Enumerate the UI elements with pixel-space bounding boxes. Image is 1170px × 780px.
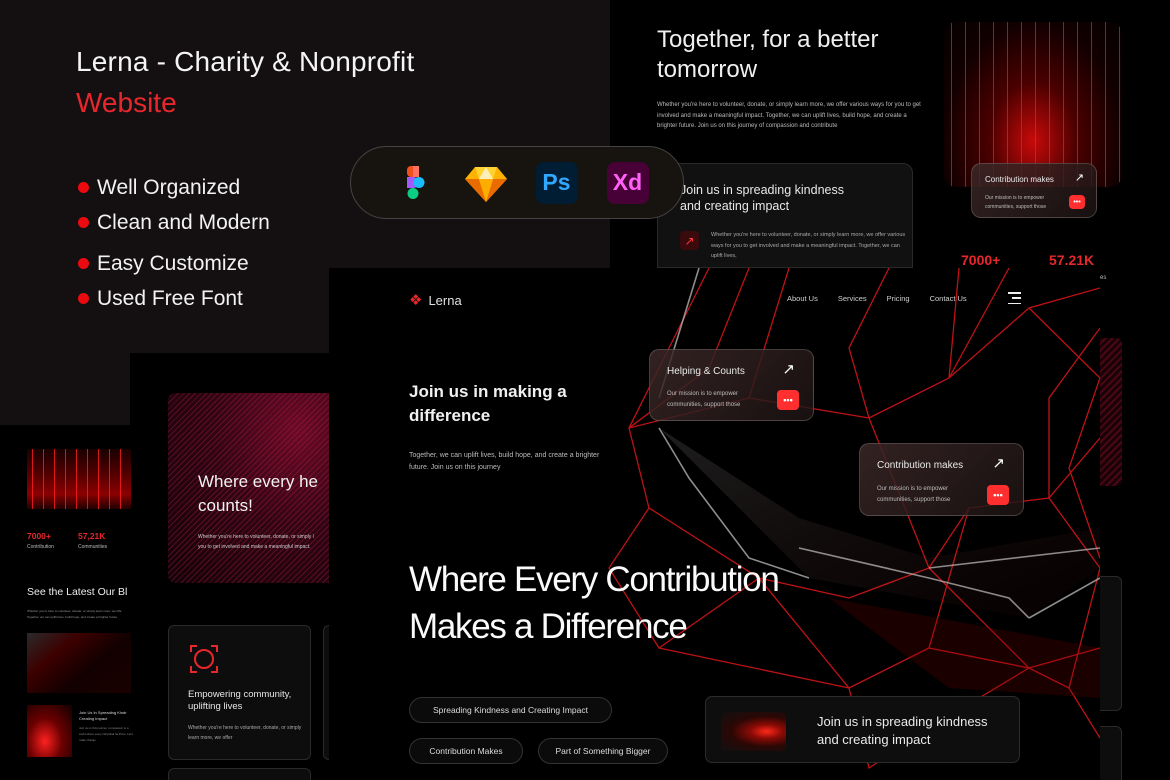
lerna-logo-icon: ❖ bbox=[409, 292, 423, 309]
card-description: Our mission is to empower communities, s… bbox=[985, 195, 1047, 210]
join-card-title: Join us in spreading kindness and creati… bbox=[680, 183, 844, 213]
hero-subheading: Join us in making a difference bbox=[409, 382, 567, 425]
card-description: Our mission is to empower communities, s… bbox=[667, 391, 741, 408]
feature-item: Used Free Font bbox=[78, 281, 270, 316]
arrow-up-right-icon[interactable]: ↗ bbox=[782, 360, 795, 378]
hero-paragraph: Together, we can uplift lives, build hop… bbox=[409, 452, 600, 471]
xd-icon: Xd bbox=[606, 161, 649, 204]
feature-card-description: Whether you're here to volunteer, donate… bbox=[188, 725, 302, 741]
feature-card[interactable]: Empowering community, uplifting lives Wh… bbox=[168, 625, 311, 760]
feature-item: Easy Customize bbox=[78, 246, 270, 281]
feature-label: Easy Customize bbox=[97, 251, 249, 275]
join-kindness-banner[interactable]: Join us in spreading kindness and creati… bbox=[705, 696, 1020, 763]
blog-section-description: Whether you're here to volunteer, donate… bbox=[27, 609, 122, 619]
focus-icon bbox=[190, 645, 218, 673]
stat-communities-value: 57.21K bbox=[1049, 252, 1095, 268]
more-icon[interactable]: ••• bbox=[777, 390, 799, 410]
nav-about-us[interactable]: About Us bbox=[787, 294, 818, 303]
figma-icon bbox=[406, 165, 424, 199]
logo[interactable]: ❖ Lerna bbox=[409, 291, 462, 309]
feature-label: Clean and Modern bbox=[97, 210, 270, 234]
banner-title: Join us in spreading kindness and creati… bbox=[817, 714, 988, 747]
chip-contribution-makes[interactable]: Contribution Makes bbox=[409, 738, 523, 764]
more-icon[interactable]: ••• bbox=[1069, 195, 1085, 209]
more-icon[interactable]: ••• bbox=[987, 485, 1009, 505]
mobile-stat-label: Communities bbox=[78, 544, 108, 550]
bullet-icon bbox=[78, 258, 89, 269]
card-description: Our mission is to empower communities, s… bbox=[877, 486, 951, 503]
mobile-stat-value: 7000+ bbox=[27, 531, 51, 541]
blog-section-title: See the Latest Our Bl bbox=[27, 586, 128, 598]
stat-contribution-value: 7000+ bbox=[961, 252, 1001, 268]
arrow-up-right-icon[interactable]: ↗ bbox=[680, 231, 699, 250]
feature-card-peek bbox=[168, 768, 311, 780]
mobile-photo bbox=[27, 449, 131, 509]
nav-contact-us[interactable]: Contact Us bbox=[930, 294, 967, 303]
hamburger-menu-icon[interactable] bbox=[1007, 292, 1021, 304]
contribution-makes-card[interactable]: Contribution makes ↗ Our mission is to e… bbox=[859, 443, 1024, 516]
promo-title: Lerna - Charity & Nonprofit bbox=[76, 46, 415, 77]
peek-card bbox=[1100, 726, 1122, 780]
tablet-hero-title: Where every he counts! bbox=[198, 472, 318, 515]
peek-image bbox=[1100, 338, 1122, 486]
join-kindness-card[interactable]: Join us in spreading kindness and creati… bbox=[657, 163, 913, 268]
tablet-hero-description: Whether you're here to volunteer, donate… bbox=[198, 534, 314, 550]
mobile-stat-label: Contribution bbox=[27, 544, 54, 550]
logo-text: Lerna bbox=[428, 292, 462, 308]
main-nav: About Us Services Pricing Contact Us bbox=[787, 294, 987, 303]
top-right-description: Whether you're here to volunteer, donate… bbox=[657, 102, 921, 129]
chip-spreading-kindness[interactable]: Spreading Kindness and Creating Impact bbox=[409, 697, 612, 723]
feature-label: Used Free Font bbox=[97, 286, 243, 310]
mobile-mockup: 7000+ Contribution 57,21K Communities Se… bbox=[0, 425, 140, 780]
arrow-up-right-icon[interactable]: ↗ bbox=[992, 454, 1005, 472]
photoshop-icon: Ps bbox=[535, 161, 578, 204]
bullet-icon bbox=[78, 293, 89, 304]
feature-card-title: Empowering community, uplifting lives bbox=[188, 689, 292, 712]
helping-counts-card[interactable]: Helping & Counts ↗ Our mission is to emp… bbox=[649, 349, 814, 421]
feature-list: Well Organized Clean and Modern Easy Cus… bbox=[78, 170, 270, 316]
card-title: Contribution makes bbox=[877, 460, 964, 471]
hero-headline: Where Every Contribution Makes a Differe… bbox=[409, 560, 780, 646]
feature-item: Well Organized bbox=[78, 170, 270, 205]
feature-label: Well Organized bbox=[97, 175, 241, 199]
tool-badges: Ps Xd bbox=[350, 146, 684, 219]
partial-label: es bbox=[1100, 275, 1107, 281]
right-edge-mockup: es bbox=[1100, 268, 1170, 780]
contribution-card-small[interactable]: Contribution makes ↗ Our mission is to e… bbox=[971, 163, 1097, 218]
nav-pricing[interactable]: Pricing bbox=[887, 294, 910, 303]
join-card-description: Whether you're here to volunteer, donate… bbox=[711, 232, 906, 259]
feature-item: Clean and Modern bbox=[78, 205, 270, 240]
arrow-up-right-icon[interactable]: ↗ bbox=[1075, 171, 1084, 184]
blog-post-title[interactable]: Join Us In Spreading Kindr Creating Impa… bbox=[79, 710, 134, 722]
hero-mockup: ❖ Lerna About Us Services Pricing Contac… bbox=[329, 268, 1100, 780]
card-title: Helping & Counts bbox=[667, 366, 745, 377]
blog-thumbnail[interactable] bbox=[27, 705, 72, 757]
chip-part-of-something-bigger[interactable]: Part of Something Bigger bbox=[538, 738, 668, 764]
mobile-stat-value: 57,21K bbox=[78, 531, 106, 541]
bullet-icon bbox=[78, 217, 89, 228]
nav-services[interactable]: Services bbox=[838, 294, 867, 303]
card-title: Contribution makes bbox=[985, 175, 1054, 184]
tablet-mockup: Empowering community, uplifting lives Wh… bbox=[130, 353, 343, 780]
sketch-icon bbox=[464, 166, 507, 202]
bullet-icon bbox=[78, 182, 89, 193]
banner-thumbnail bbox=[721, 712, 786, 751]
peek-card bbox=[1100, 576, 1122, 711]
blog-image[interactable] bbox=[27, 633, 131, 693]
blog-post-description: Join us on this journey. compassion to a… bbox=[79, 726, 134, 742]
promo-subtitle: Website bbox=[76, 87, 177, 118]
top-right-title: Together, for a better tomorrow bbox=[657, 26, 879, 83]
